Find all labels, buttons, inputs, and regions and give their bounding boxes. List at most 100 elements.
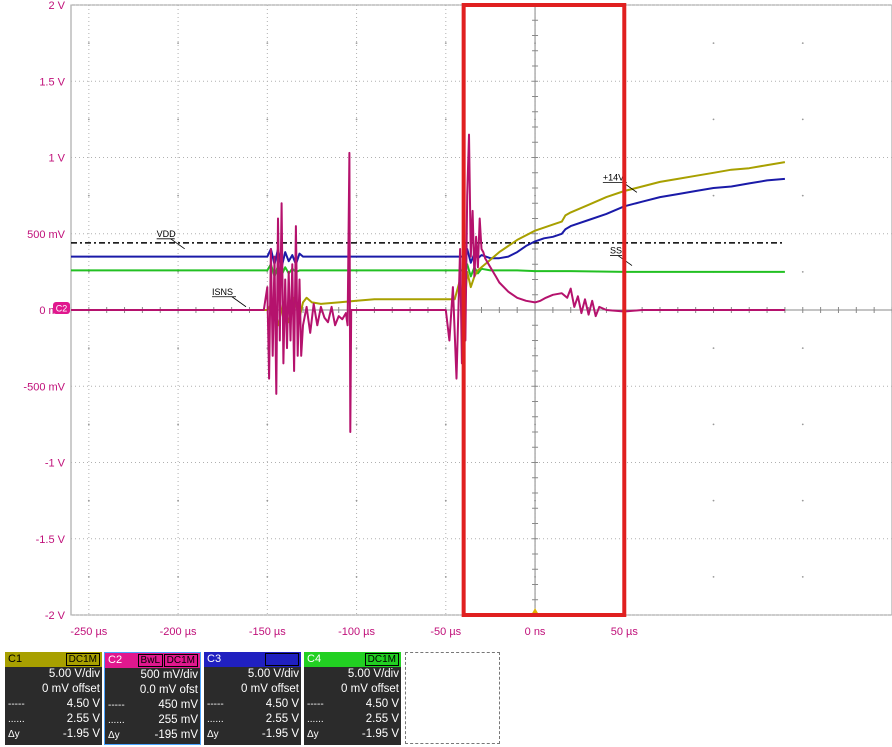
grid-dot: [266, 499, 269, 502]
grid-dot: [801, 118, 804, 121]
cursor1-value: 450 mV: [158, 699, 198, 711]
cursor2-icon: ......: [8, 714, 25, 725]
coupling-badge: DC1M: [264, 653, 299, 666]
cursor2-value: 2.55 V: [265, 713, 299, 725]
cursor1-icon: -----: [307, 699, 324, 710]
cursor1-icon: -----: [108, 700, 125, 711]
channel-header[interactable]: C4 DC1M: [304, 652, 401, 667]
grid-dot: [266, 194, 269, 197]
cursor2-value: 2.55 V: [66, 713, 100, 725]
grid-dot: [355, 347, 358, 350]
grid-dot: [712, 575, 715, 578]
grid-dot: [801, 575, 804, 578]
grid-dot: [801, 270, 804, 273]
grid-dot: [801, 42, 804, 45]
cursor2-icon: ......: [307, 714, 324, 725]
volts-per-div: 500 mV/div: [140, 669, 198, 681]
trace-label: SS: [610, 246, 622, 256]
grid-dot: [87, 118, 90, 121]
cursor2-value: 2.55 V: [365, 713, 399, 725]
channel-name: C4: [307, 653, 322, 665]
channel-header[interactable]: C1 DC1M: [5, 652, 102, 667]
grid-dot: [177, 423, 179, 426]
grid-dot: [355, 575, 358, 578]
channel-name: C3: [207, 653, 222, 665]
y-tick-label: 1 V: [48, 153, 65, 165]
volts-per-div: 5.00 V/div: [347, 668, 399, 680]
cursor1-icon: -----: [8, 699, 25, 710]
cursor1-value: 4.50 V: [365, 698, 399, 710]
y-tick-label: 1.5 V: [39, 76, 65, 88]
x-tick-label: -150 µs: [249, 626, 286, 638]
y-tick-label: 2 V: [48, 0, 65, 12]
grid-dot: [87, 194, 90, 197]
channel-header[interactable]: C3 DC1M: [204, 652, 301, 667]
channel-panel-c4[interactable]: C4 DC1M 5.00 V/div 0 mV offset ----- 4.50…: [304, 652, 401, 745]
x-tick-label: 50 µs: [611, 626, 639, 638]
channel-header[interactable]: C2 BwL DC1M: [105, 653, 200, 668]
grid-dot: [177, 118, 179, 121]
delta-y-value: -1.95 V: [361, 728, 399, 740]
grid-dot: [355, 42, 358, 45]
grid-dot: [712, 194, 715, 197]
y-tick-label: -2 V: [45, 610, 66, 622]
channel-name: C2: [108, 654, 123, 666]
channel-panel-c3[interactable]: C3 DC1M 5.00 V/div 0 mV offset ----- 4.50…: [204, 652, 301, 745]
volts-per-div: 5.00 V/div: [48, 668, 100, 680]
grid-dot: [87, 575, 90, 578]
channel-name: C1: [8, 653, 23, 665]
cursor2-icon: ......: [207, 714, 224, 725]
bandwidth-limit-badge: BwL: [137, 654, 163, 667]
grid-dot: [355, 499, 358, 502]
grid-dot: [266, 575, 269, 578]
channel-panel-c1[interactable]: C1 DC1M 5.00 V/div 0 mV offset ----- 4.50…: [5, 652, 102, 745]
delta-y-label: Δy: [108, 730, 120, 741]
delta-y-label: Δy: [307, 729, 319, 740]
grid-dot: [444, 194, 447, 197]
delta-y-label: Δy: [8, 729, 20, 740]
channel-panel-c2[interactable]: C2 BwL DC1M 500 mV/div 0.0 mV ofst -----…: [104, 652, 201, 745]
grid-dot: [355, 423, 358, 426]
offset: 0.0 mV ofst: [139, 684, 198, 696]
grid-dot: [87, 423, 90, 426]
grid-dot: [444, 423, 447, 426]
grid-dot: [801, 423, 804, 426]
ground-marker-label: C2: [56, 304, 68, 314]
cursor1-value: 4.50 V: [265, 698, 299, 710]
coupling-badge: DC1M: [163, 654, 198, 667]
grid-dot: [801, 347, 804, 350]
y-tick-label: -1 V: [45, 458, 66, 470]
delta-y-value: -1.95 V: [261, 728, 299, 740]
grid-dot: [266, 423, 269, 426]
coupling-badge: DC1M: [364, 653, 399, 666]
grid-dot: [177, 42, 179, 45]
grid-dot: [801, 194, 804, 197]
x-tick-label: 0 ns: [525, 626, 546, 638]
grid-dot: [444, 499, 447, 502]
y-tick-label: -1.5 V: [36, 534, 66, 546]
delta-y-value: -195 mV: [154, 729, 198, 741]
grid-dot: [87, 347, 90, 350]
grid-dot: [355, 118, 358, 121]
offset: 0 mV offset: [241, 683, 299, 695]
grid-dot: [87, 42, 90, 45]
trace-label-leader: [170, 238, 185, 250]
grid-dot: [266, 118, 269, 121]
grid-dot: [177, 194, 179, 197]
grid-dot: [712, 42, 715, 45]
empty-channel-slot: [405, 652, 500, 744]
trace-label: VDD: [157, 229, 177, 239]
grid-dot: [87, 499, 90, 502]
x-tick-label: -250 µs: [70, 626, 107, 638]
offset: 0 mV offset: [42, 683, 100, 695]
trace-label: ISNS: [212, 287, 233, 297]
grid-dot: [177, 347, 179, 350]
cursor1-value: 4.50 V: [66, 698, 100, 710]
trace-label: +14V: [603, 172, 624, 182]
cursor1-icon: -----: [207, 699, 224, 710]
delta-y-label: Δy: [207, 729, 219, 740]
volts-per-div: 5.00 V/div: [247, 668, 299, 680]
grid-dot: [177, 575, 179, 578]
cursor2-value: 255 mV: [158, 714, 198, 726]
series-line-ss: [71, 263, 785, 278]
